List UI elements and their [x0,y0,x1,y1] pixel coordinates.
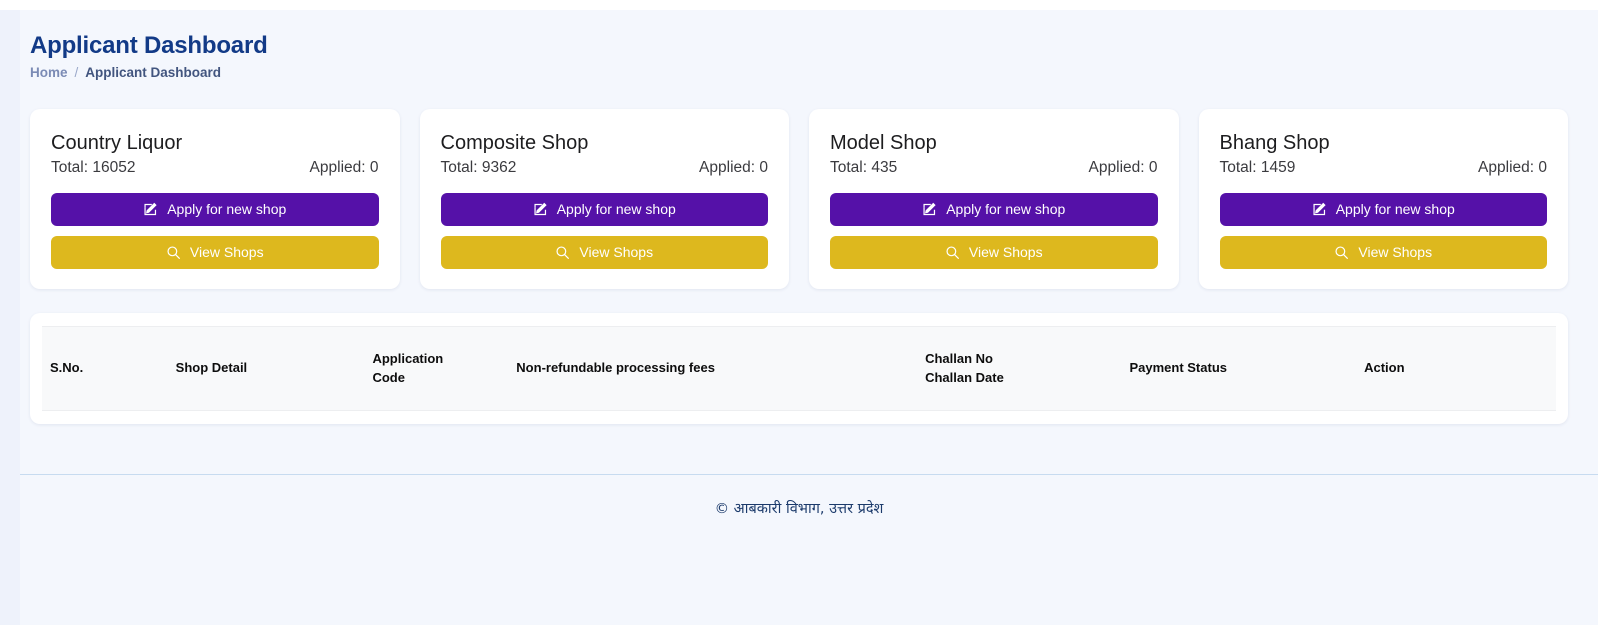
view-button-label: View Shops [579,244,654,261]
apply-for-new-shop-button[interactable]: Apply for new shop [51,192,379,226]
breadcrumb-item-current: Applicant Dashboard [85,64,222,80]
shop-card-total: Total: 9362 [440,158,517,176]
shop-card-applied: Applied: 0 [309,158,379,176]
page-body: Applicant Dashboard Home / Applicant Das… [0,10,1598,625]
search-icon [1334,245,1349,260]
pencil-square-icon [1312,202,1327,217]
challan-line-2: Challan Date [925,370,1004,386]
application-code-line-2: Code [372,370,405,386]
apply-button-label: Apply for new shop [167,201,287,218]
view-button-label: View Shops [968,244,1043,261]
column-header-action: Action [1356,325,1556,411]
shop-card-applied: Applied: 0 [1088,158,1158,176]
column-header-shop-detail: Shop Detail [167,325,365,411]
footer-copyright-text: © आबकारी विभाग, उत्तर प्रदेश [714,501,884,517]
breadcrumb: Home / Applicant Dashboard [30,65,1568,80]
shop-card-title: Bhang Shop [1219,131,1330,154]
applications-table-head: S.No. Shop Detail Application Code Non-r… [42,325,1556,411]
shop-card-country-liquor: Country Liquor Total: 16052 Applied: 0 A… [30,108,400,289]
apply-button-label: Apply for new shop [946,201,1066,218]
breadcrumb-item-home[interactable]: Home [30,65,68,80]
apply-for-new-shop-button[interactable]: Apply for new shop [440,192,768,226]
view-button-label: View Shops [189,244,264,261]
shop-card-stats: Total: 435 Applied: 0 [830,159,1158,177]
pencil-square-icon [533,202,548,217]
shop-card-total: Total: 435 [830,158,898,176]
table-header-row: S.No. Shop Detail Application Code Non-r… [42,325,1556,411]
footer: © आबकारी विभाग, उत्तर प्रदेश [0,475,1598,625]
shop-cards-row: Country Liquor Total: 16052 Applied: 0 A… [30,108,1568,289]
top-bar [0,0,1598,10]
shop-card-composite-shop: Composite Shop Total: 9362 Applied: 0 Ap… [419,108,789,289]
column-header-challan: Challan No Challan Date [917,325,1122,411]
column-header-application-code: Application Code [364,325,509,411]
page-title: Applicant Dashboard [30,32,268,59]
shop-card-bhang-shop: Bhang Shop Total: 1459 Applied: 0 Apply … [1198,108,1568,289]
main-content: Applicant Dashboard Home / Applicant Das… [0,10,1598,474]
application-code-line-1: Application [372,350,444,366]
shop-card-model-shop: Model Shop Total: 435 Applied: 0 Apply f… [809,108,1179,289]
view-shops-button[interactable]: View Shops [1219,235,1547,269]
shop-card-total: Total: 16052 [51,158,136,176]
apply-for-new-shop-button[interactable]: Apply for new shop [830,192,1158,226]
challan-line-1: Challan No [925,350,993,366]
shop-card-stats: Total: 9362 Applied: 0 [441,159,769,177]
shop-card-stats: Total: 1459 Applied: 0 [1220,159,1548,177]
breadcrumb-separator: / [74,64,79,80]
search-icon [945,245,960,260]
shop-card-title: Composite Shop [440,131,589,154]
search-icon [555,245,570,260]
column-header-payment-status: Payment Status [1121,325,1357,411]
view-button-label: View Shops [1358,244,1433,261]
applications-table-card: S.No. Shop Detail Application Code Non-r… [30,312,1568,424]
view-shops-button[interactable]: View Shops [51,235,379,269]
shop-card-title: Model Shop [830,131,937,154]
shop-card-stats: Total: 16052 Applied: 0 [51,159,379,177]
column-header-processing-fees: Non-refundable processing fees [508,325,918,411]
apply-button-label: Apply for new shop [556,201,676,218]
pencil-square-icon [922,202,937,217]
pencil-square-icon [143,202,158,217]
apply-for-new-shop-button[interactable]: Apply for new shop [1219,192,1547,226]
search-icon [166,245,181,260]
shop-card-applied: Applied: 0 [1478,158,1547,176]
shop-card-applied: Applied: 0 [699,158,768,176]
page-header: Applicant Dashboard Home / Applicant Das… [30,10,1568,88]
apply-button-label: Apply for new shop [1335,201,1455,218]
view-shops-button[interactable]: View Shops [440,235,768,269]
shop-card-title: Country Liquor [51,131,183,154]
shop-card-total: Total: 1459 [1219,158,1296,176]
column-header-sno: S.No. [42,325,168,411]
view-shops-button[interactable]: View Shops [830,235,1158,269]
applications-table: S.No. Shop Detail Application Code Non-r… [42,325,1556,411]
